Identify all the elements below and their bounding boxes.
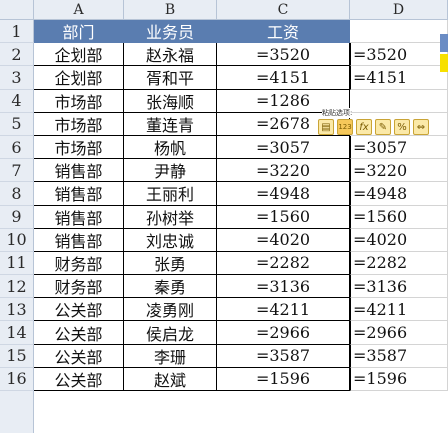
- dept-cell[interactable]: 市场部: [34, 112, 124, 136]
- paste-formulas-icon[interactable]: fx: [356, 119, 372, 135]
- salary-cell[interactable]: =4211: [217, 298, 350, 322]
- result-cell[interactable]: =3587: [350, 344, 448, 368]
- result-cell[interactable]: =4948: [350, 182, 448, 206]
- dept-cell[interactable]: 公关部: [34, 367, 124, 391]
- result-cell[interactable]: =3520: [350, 43, 448, 67]
- paste-link-icon[interactable]: ⇔: [413, 119, 429, 135]
- row-header[interactable]: 5: [0, 112, 34, 136]
- dept-cell[interactable]: 企划部: [34, 66, 124, 90]
- result-cell[interactable]: =1560: [350, 205, 448, 229]
- staff-cell[interactable]: 尹静: [124, 159, 217, 183]
- salary-cell[interactable]: =1596: [217, 367, 350, 391]
- salary-cell[interactable]: =4020: [217, 228, 350, 252]
- offscreen-header-fill: [440, 34, 448, 52]
- staff-cell[interactable]: 胥和平: [124, 66, 217, 90]
- staff-cell[interactable]: 侯启龙: [124, 321, 217, 345]
- paste-options-title: 粘贴选项:: [322, 108, 353, 118]
- row-header[interactable]: 10: [0, 228, 34, 252]
- paste-options-toolbar: 粘贴选项: ▤ 123 fx ✎ % ⇔: [318, 108, 448, 144]
- row-header[interactable]: 16: [0, 367, 34, 391]
- staff-cell[interactable]: 李珊: [124, 344, 217, 368]
- row-header[interactable]: 12: [0, 275, 34, 299]
- dept-cell[interactable]: 销售部: [34, 159, 124, 183]
- salary-cell[interactable]: =1560: [217, 205, 350, 229]
- salary-cell[interactable]: =3520: [217, 43, 350, 67]
- dept-cell[interactable]: 公关部: [34, 344, 124, 368]
- select-all-corner[interactable]: [0, 0, 34, 20]
- result-cell[interactable]: =2282: [350, 251, 448, 276]
- staff-cell[interactable]: 杨帆: [124, 135, 217, 160]
- empty-area: [34, 391, 124, 433]
- row-header[interactable]: 11: [0, 251, 34, 276]
- staff-cell[interactable]: 赵斌: [124, 367, 217, 391]
- empty-area: [217, 391, 350, 433]
- salary-cell[interactable]: =3587: [217, 344, 350, 368]
- paste-percent-icon[interactable]: %: [394, 119, 410, 135]
- row-header[interactable]: 1: [0, 20, 34, 44]
- staff-cell[interactable]: 孙树举: [124, 205, 217, 229]
- result-cell[interactable]: =4020: [350, 228, 448, 252]
- dept-cell[interactable]: 公关部: [34, 321, 124, 345]
- spreadsheet-grid: A B C D 1 部门 业务员 工资 2 企划部 赵永福 =3520 =352…: [0, 0, 448, 433]
- row-header[interactable]: 14: [0, 321, 34, 345]
- column-header-d[interactable]: D: [350, 0, 448, 20]
- row-header[interactable]: 9: [0, 205, 34, 229]
- staff-cell[interactable]: 秦勇: [124, 275, 217, 299]
- offscreen-column-fragment: [440, 34, 448, 74]
- dept-cell[interactable]: 市场部: [34, 135, 124, 160]
- result-cell[interactable]: =4151: [350, 66, 448, 90]
- row-header[interactable]: 3: [0, 66, 34, 90]
- empty-area: [350, 391, 448, 433]
- header-cell-dept[interactable]: 部门: [34, 20, 124, 44]
- column-header-b[interactable]: B: [124, 0, 217, 20]
- row-header[interactable]: 7: [0, 159, 34, 183]
- dept-cell[interactable]: 销售部: [34, 228, 124, 252]
- dept-cell[interactable]: 企划部: [34, 43, 124, 67]
- paste-options-buttons: ▤ 123 fx ✎ % ⇔: [318, 119, 429, 135]
- salary-cell[interactable]: =3220: [217, 159, 350, 183]
- salary-cell[interactable]: =2282: [217, 251, 350, 276]
- row-header[interactable]: 2: [0, 43, 34, 67]
- cell-d1[interactable]: [350, 20, 448, 44]
- row-header-filler: [0, 391, 34, 433]
- dept-cell[interactable]: 公关部: [34, 298, 124, 322]
- paste-icon[interactable]: ▤: [318, 119, 334, 135]
- row-header[interactable]: 8: [0, 182, 34, 206]
- row-header[interactable]: 13: [0, 298, 34, 322]
- empty-area: [124, 391, 217, 433]
- row-header[interactable]: 15: [0, 344, 34, 368]
- salary-cell[interactable]: =3136: [217, 275, 350, 299]
- staff-cell[interactable]: 张海顺: [124, 89, 217, 113]
- result-cell[interactable]: =2966: [350, 321, 448, 345]
- result-cell[interactable]: =3220: [350, 159, 448, 183]
- dept-cell[interactable]: 财务部: [34, 275, 124, 299]
- dept-cell[interactable]: 销售部: [34, 182, 124, 206]
- salary-cell[interactable]: =4948: [217, 182, 350, 206]
- result-cell[interactable]: =4211: [350, 298, 448, 322]
- result-cell[interactable]: =1596: [350, 367, 448, 391]
- paste-values-icon[interactable]: 123: [337, 119, 353, 135]
- staff-cell[interactable]: 张勇: [124, 251, 217, 276]
- row-header[interactable]: 6: [0, 135, 34, 160]
- staff-cell[interactable]: 王丽利: [124, 182, 217, 206]
- offscreen-highlight-fill: [440, 54, 448, 72]
- column-header-c[interactable]: C: [217, 0, 350, 20]
- paste-formatting-icon[interactable]: ✎: [375, 119, 391, 135]
- column-header-a[interactable]: A: [34, 0, 124, 20]
- staff-cell[interactable]: 赵永福: [124, 43, 217, 67]
- dept-cell[interactable]: 销售部: [34, 205, 124, 229]
- header-cell-staff[interactable]: 业务员: [124, 20, 217, 44]
- row-header[interactable]: 4: [0, 89, 34, 113]
- result-cell[interactable]: =3136: [350, 275, 448, 299]
- header-cell-salary[interactable]: 工资: [217, 20, 350, 44]
- staff-cell[interactable]: 董连青: [124, 112, 217, 136]
- salary-cell[interactable]: =2966: [217, 321, 350, 345]
- salary-cell[interactable]: =4151: [217, 66, 350, 90]
- staff-cell[interactable]: 凌勇刚: [124, 298, 217, 322]
- staff-cell[interactable]: 刘忠诚: [124, 228, 217, 252]
- dept-cell[interactable]: 财务部: [34, 251, 124, 276]
- dept-cell[interactable]: 市场部: [34, 89, 124, 113]
